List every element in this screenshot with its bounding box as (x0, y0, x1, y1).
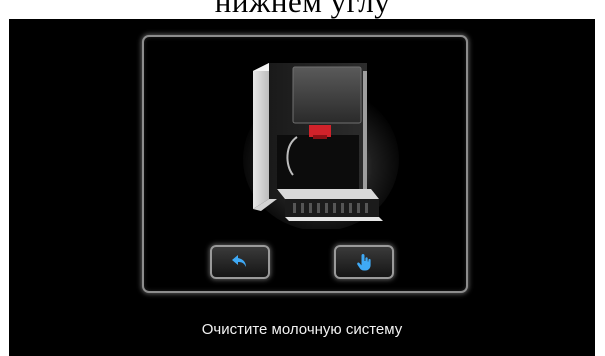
confirm-button[interactable] (334, 245, 394, 279)
back-button[interactable] (210, 245, 270, 279)
device-screen: Очистите молочную систему (9, 19, 595, 356)
status-message: Очистите молочную систему (201, 321, 403, 338)
coffee-machine-image (239, 49, 399, 231)
undo-arrow-icon (230, 253, 250, 271)
hand-tap-icon (354, 252, 374, 272)
instruction-panel (142, 35, 468, 293)
page: нижнем углу Очистите молочную систему (0, 0, 605, 356)
